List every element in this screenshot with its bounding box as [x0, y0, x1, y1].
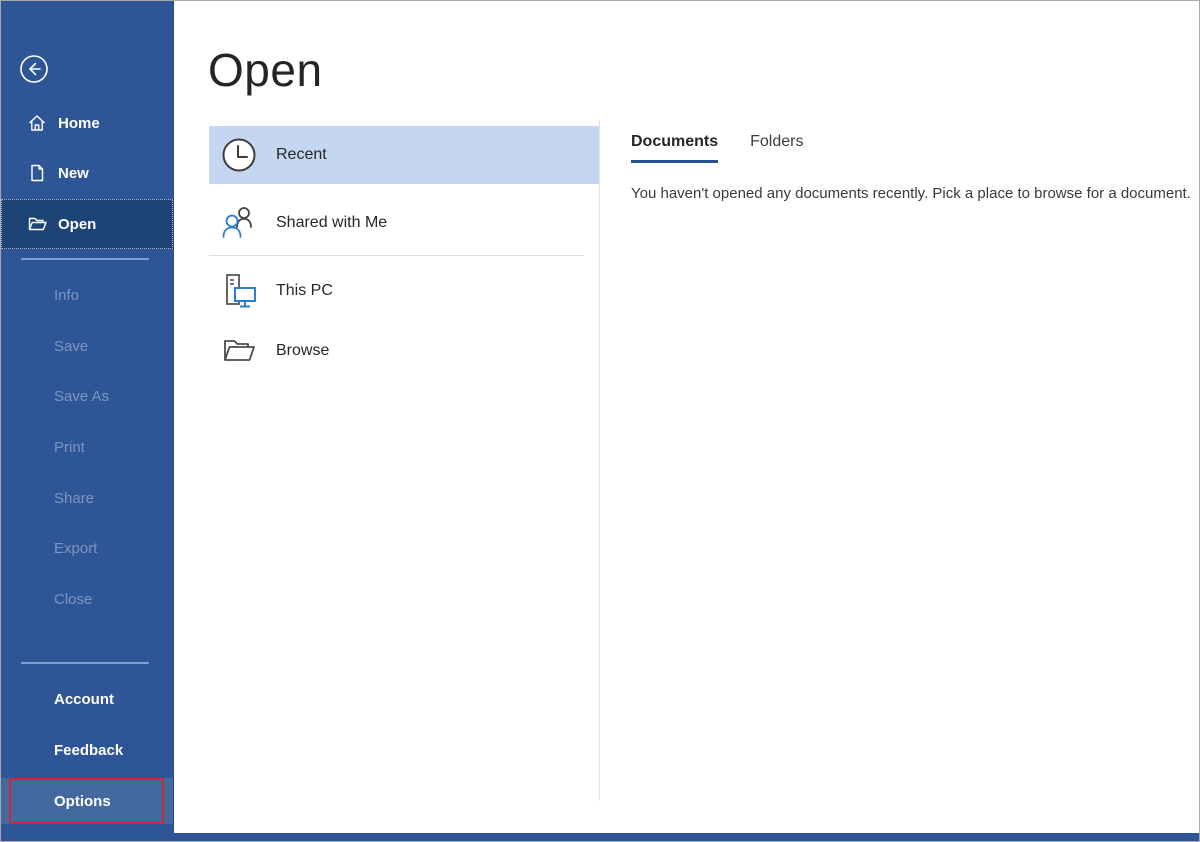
this-pc-icon	[219, 271, 259, 311]
sidebar-item-print: Print	[1, 429, 173, 465]
sidebar-item-info: Info	[1, 277, 173, 313]
sidebar-item-label: Export	[54, 539, 98, 557]
sidebar-item-label: Open	[58, 215, 97, 233]
sidebar-divider	[21, 662, 149, 664]
sidebar-item-label: Save	[54, 337, 89, 355]
place-item-this-pc[interactable]: This PC	[209, 262, 599, 320]
documents-folders-tabs: Documents Folders	[631, 133, 803, 163]
sidebar-item-label: Info	[54, 286, 80, 304]
place-item-label: Recent	[276, 146, 327, 163]
sidebar-item-label: Save As	[54, 387, 110, 405]
place-item-shared-with-me[interactable]: Shared with Me	[209, 194, 599, 252]
sidebar-item-save-as: Save As	[1, 378, 173, 414]
place-item-browse[interactable]: Browse	[209, 322, 599, 380]
sidebar-item-label: Close	[54, 590, 93, 608]
sidebar-item-label: Print	[54, 438, 85, 456]
place-item-recent[interactable]: Recent	[209, 126, 599, 184]
bottom-accent-strip	[1, 833, 1199, 841]
sidebar-item-options[interactable]: Options	[1, 778, 173, 824]
back-arrow-icon	[19, 54, 49, 84]
empty-recent-message: You haven't opened any documents recentl…	[631, 185, 1191, 202]
word-backstage-open-page: Home New Open Info Save Save As Print Sh…	[0, 0, 1200, 842]
sidebar-item-share: Share	[1, 480, 173, 516]
sidebar-item-new[interactable]: New	[1, 155, 173, 191]
sidebar-item-label: Home	[58, 114, 100, 132]
tab-documents[interactable]: Documents	[631, 133, 719, 163]
sidebar-item-label: Account	[54, 690, 114, 708]
sidebar-item-close: Close	[1, 581, 173, 617]
sidebar-item-export: Export	[1, 530, 173, 566]
sidebar-item-open[interactable]: Open	[1, 199, 173, 249]
new-document-icon	[27, 163, 47, 183]
sidebar-item-label: Options	[54, 792, 111, 810]
shared-people-icon	[219, 203, 259, 243]
place-item-label: Shared with Me	[276, 214, 388, 231]
place-item-label: Browse	[276, 342, 330, 359]
clock-icon	[219, 135, 259, 175]
page-title: Open	[208, 44, 323, 96]
sidebar-item-home[interactable]: Home	[1, 105, 173, 141]
place-item-label: This PC	[276, 282, 333, 299]
sidebar-item-save: Save	[1, 328, 173, 364]
tab-folders[interactable]: Folders	[750, 133, 803, 163]
sidebar-divider	[21, 258, 149, 260]
sidebar-item-account[interactable]: Account	[1, 681, 173, 717]
sidebar-item-label: New	[58, 164, 89, 182]
places-group-divider	[209, 255, 584, 256]
home-icon	[27, 113, 47, 133]
browse-folder-icon	[219, 331, 259, 371]
open-folder-icon	[27, 214, 47, 234]
back-button[interactable]	[19, 54, 49, 84]
sidebar-item-feedback[interactable]: Feedback	[1, 732, 173, 768]
sidebar-item-label: Share	[54, 489, 95, 507]
sidebar-item-label: Feedback	[54, 741, 124, 759]
panel-vertical-divider	[599, 119, 600, 801]
backstage-sidebar: Home New Open Info Save Save As Print Sh…	[1, 1, 174, 841]
